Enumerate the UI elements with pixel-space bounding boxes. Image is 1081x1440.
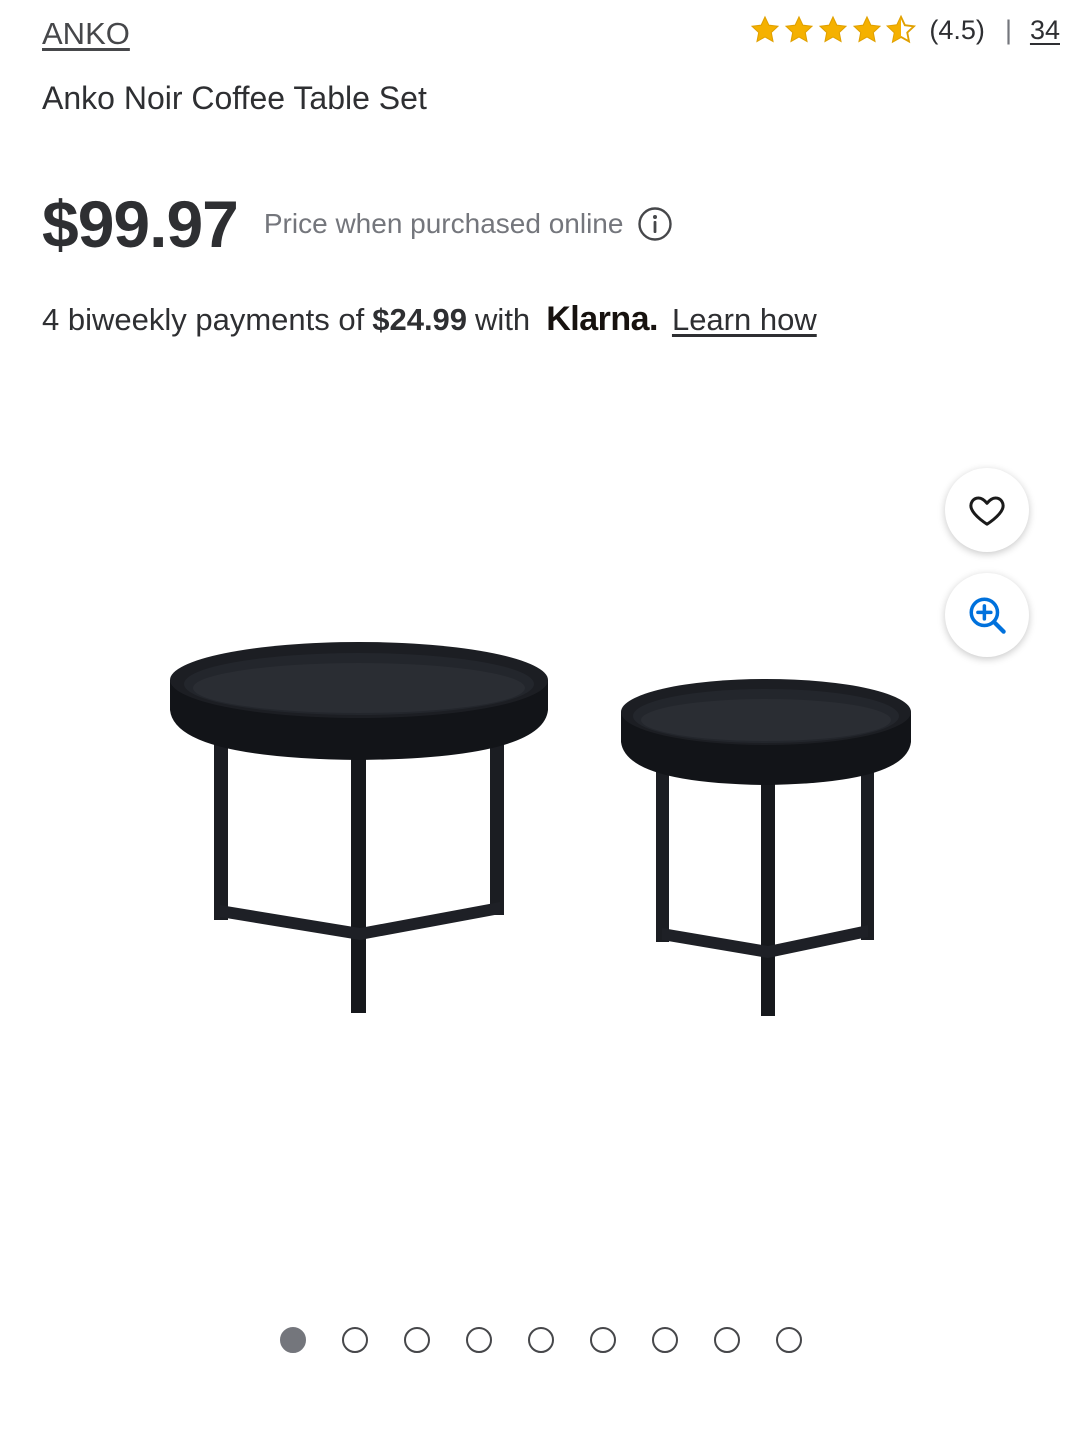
star-icon — [819, 15, 848, 43]
info-icon[interactable] — [637, 206, 673, 242]
large-table-illustration — [170, 642, 548, 1013]
price-block: $99.97 Price when purchased online — [42, 186, 673, 262]
star-rating — [749, 14, 917, 46]
gallery-dot[interactable] — [527, 1327, 554, 1353]
gallery-pagination — [0, 1327, 1081, 1353]
gallery-dot[interactable] — [341, 1327, 368, 1353]
gallery-dot[interactable] — [589, 1327, 616, 1353]
gallery-dot[interactable] — [465, 1327, 492, 1353]
klarna-with: with — [475, 302, 531, 337]
rating-separator: | — [1004, 14, 1012, 45]
star-icon — [853, 15, 882, 43]
zoom-in-icon — [969, 597, 1006, 634]
learn-how-link[interactable]: Learn how — [672, 302, 817, 338]
star-icon — [751, 15, 780, 43]
heart-icon — [969, 496, 1005, 526]
klarna-prefix: 4 biweekly payments of — [42, 302, 365, 337]
rating-value: (4.5) — [929, 14, 985, 45]
gallery-dot[interactable] — [279, 1327, 306, 1353]
favorite-button[interactable] — [945, 468, 1029, 552]
half-star-icon — [886, 14, 917, 44]
price: $99.97 — [42, 187, 239, 261]
gallery-dot[interactable] — [403, 1327, 430, 1353]
gallery-dot[interactable] — [651, 1327, 678, 1353]
zoom-button[interactable] — [945, 573, 1029, 657]
brand-link[interactable]: ANKO — [42, 16, 130, 52]
product-image-gallery[interactable] — [0, 380, 1081, 1300]
review-count-link[interactable]: 34 — [1030, 15, 1060, 46]
gallery-dot[interactable] — [775, 1327, 802, 1353]
star-icon — [785, 15, 814, 43]
klarna-logo: Klarna. — [546, 300, 658, 338]
gallery-dot[interactable] — [713, 1327, 740, 1353]
product-title: Anko Noir Coffee Table Set — [42, 80, 427, 116]
klarna-installments: 4 biweekly payments of $24.99 with Klarn… — [42, 300, 817, 339]
small-table-illustration — [621, 679, 911, 1016]
klarna-amount: $24.99 — [372, 302, 468, 337]
rating-summary[interactable]: (4.5) | 34 — [749, 12, 1060, 48]
product-image[interactable] — [0, 380, 1081, 1300]
price-note: Price when purchased online — [263, 208, 624, 239]
